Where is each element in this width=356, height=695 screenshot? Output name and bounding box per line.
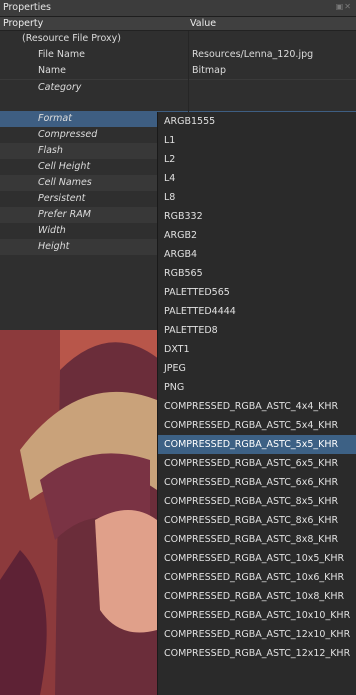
format-option[interactable]: COMPRESSED_RGBA_ASTC_6x5_KHR — [158, 454, 356, 473]
value-column-header[interactable]: Value — [190, 18, 216, 29]
format-option[interactable]: PALETTED565 — [158, 283, 356, 302]
row-label: Flash — [38, 145, 63, 156]
format-option[interactable]: PALETTED8 — [158, 321, 356, 340]
row-label: Cell Height — [38, 161, 91, 172]
format-option[interactable]: ARGB4 — [158, 245, 356, 264]
row-label: File Name — [38, 49, 85, 60]
format-option[interactable]: L4 — [158, 169, 356, 188]
row-name[interactable]: Name Bitmap — [0, 63, 356, 79]
format-option[interactable]: DXT1 — [158, 340, 356, 359]
format-option-selected[interactable]: COMPRESSED_RGBA_ASTC_5x5_KHR — [158, 435, 356, 454]
row-value[interactable]: Bitmap — [192, 65, 226, 76]
row-label: Cell Names — [38, 177, 92, 188]
row-label: Name — [38, 65, 67, 76]
format-option[interactable]: COMPRESSED_RGBA_ASTC_10x8_KHR — [158, 587, 356, 606]
format-option[interactable]: PALETTED4444 — [158, 302, 356, 321]
row-label: Height — [38, 241, 70, 252]
format-dropdown-list[interactable]: ARGB1555 L1 L2 L4 L8 RGB332 ARGB2 ARGB4 … — [157, 112, 356, 695]
format-option[interactable]: COMPRESSED_RGBA_ASTC_12x12_KHR — [158, 644, 356, 663]
row-resource-file-proxy[interactable]: (Resource File Proxy) — [0, 31, 356, 47]
row-label: Format — [38, 113, 72, 124]
format-option[interactable]: ARGB1555 — [158, 112, 356, 131]
format-option[interactable]: JPEG — [158, 359, 356, 378]
properties-titlebar: Properties ▣✕ — [0, 0, 356, 17]
dock-close-icon[interactable]: ▣✕ — [336, 2, 352, 11]
format-option[interactable]: PNG — [158, 378, 356, 397]
window-title: Properties — [3, 2, 52, 13]
row-label: Compressed — [38, 129, 98, 140]
format-option[interactable]: COMPRESSED_RGBA_ASTC_4x4_KHR — [158, 397, 356, 416]
format-option[interactable]: COMPRESSED_RGBA_ASTC_8x6_KHR — [158, 511, 356, 530]
format-option[interactable]: COMPRESSED_RGBA_ASTC_10x6_KHR — [158, 568, 356, 587]
format-option[interactable]: L1 — [158, 131, 356, 150]
format-option[interactable]: L2 — [158, 150, 356, 169]
row-value[interactable]: Resources/Lenna_120.jpg — [192, 49, 313, 60]
format-option[interactable]: COMPRESSED_RGBA_ASTC_8x5_KHR — [158, 492, 356, 511]
format-option[interactable]: ARGB2 — [158, 226, 356, 245]
property-grid-header: Property Value — [0, 17, 356, 31]
row-label: Persistent — [38, 193, 86, 204]
row-file-name[interactable]: File Name Resources/Lenna_120.jpg — [0, 47, 356, 63]
row-label: Prefer RAM — [38, 209, 91, 220]
format-option[interactable]: COMPRESSED_RGBA_ASTC_10x5_KHR — [158, 549, 356, 568]
row-label: (Resource File Proxy) — [22, 33, 121, 44]
row-category[interactable]: Category — [0, 79, 356, 96]
format-option[interactable]: COMPRESSED_RGBA_ASTC_6x6_KHR — [158, 473, 356, 492]
row-label: Width — [38, 225, 66, 236]
format-option[interactable]: RGB332 — [158, 207, 356, 226]
property-column-header[interactable]: Property — [3, 18, 43, 29]
format-option[interactable]: RGB565 — [158, 264, 356, 283]
format-option[interactable]: L8 — [158, 188, 356, 207]
format-option[interactable]: COMPRESSED_RGBA_ASTC_8x8_KHR — [158, 530, 356, 549]
format-option[interactable]: COMPRESSED_RGBA_ASTC_12x10_KHR — [158, 625, 356, 644]
row-label: Category — [38, 82, 82, 93]
format-option[interactable]: COMPRESSED_RGBA_ASTC_5x4_KHR — [158, 416, 356, 435]
format-option[interactable]: COMPRESSED_RGBA_ASTC_10x10_KHR — [158, 606, 356, 625]
